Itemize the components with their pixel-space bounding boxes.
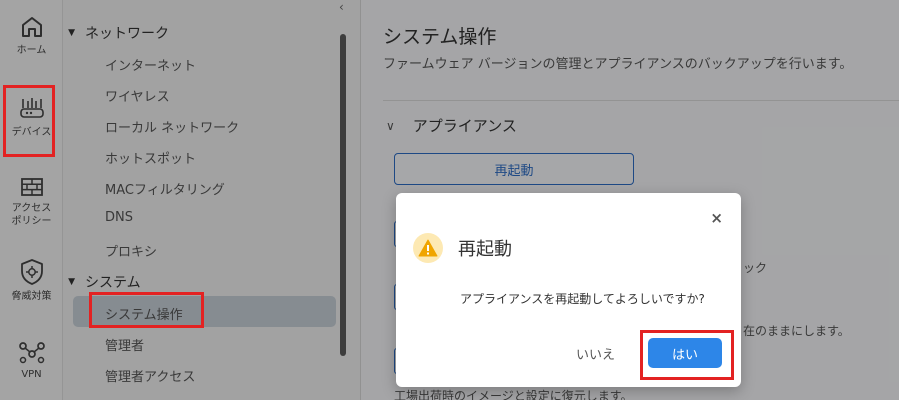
dialog-title: 再起動 [458, 239, 512, 260]
close-icon[interactable]: × [710, 209, 723, 227]
cancel-button[interactable]: いいえ [576, 344, 615, 363]
warning-icon [413, 233, 443, 263]
dialog-message: アプライアンスを再起動してよろしいですか? [460, 292, 705, 306]
highlight-box-confirm [640, 330, 734, 380]
highlight-box-system-ops [89, 292, 204, 328]
highlight-box-devices [3, 85, 55, 157]
